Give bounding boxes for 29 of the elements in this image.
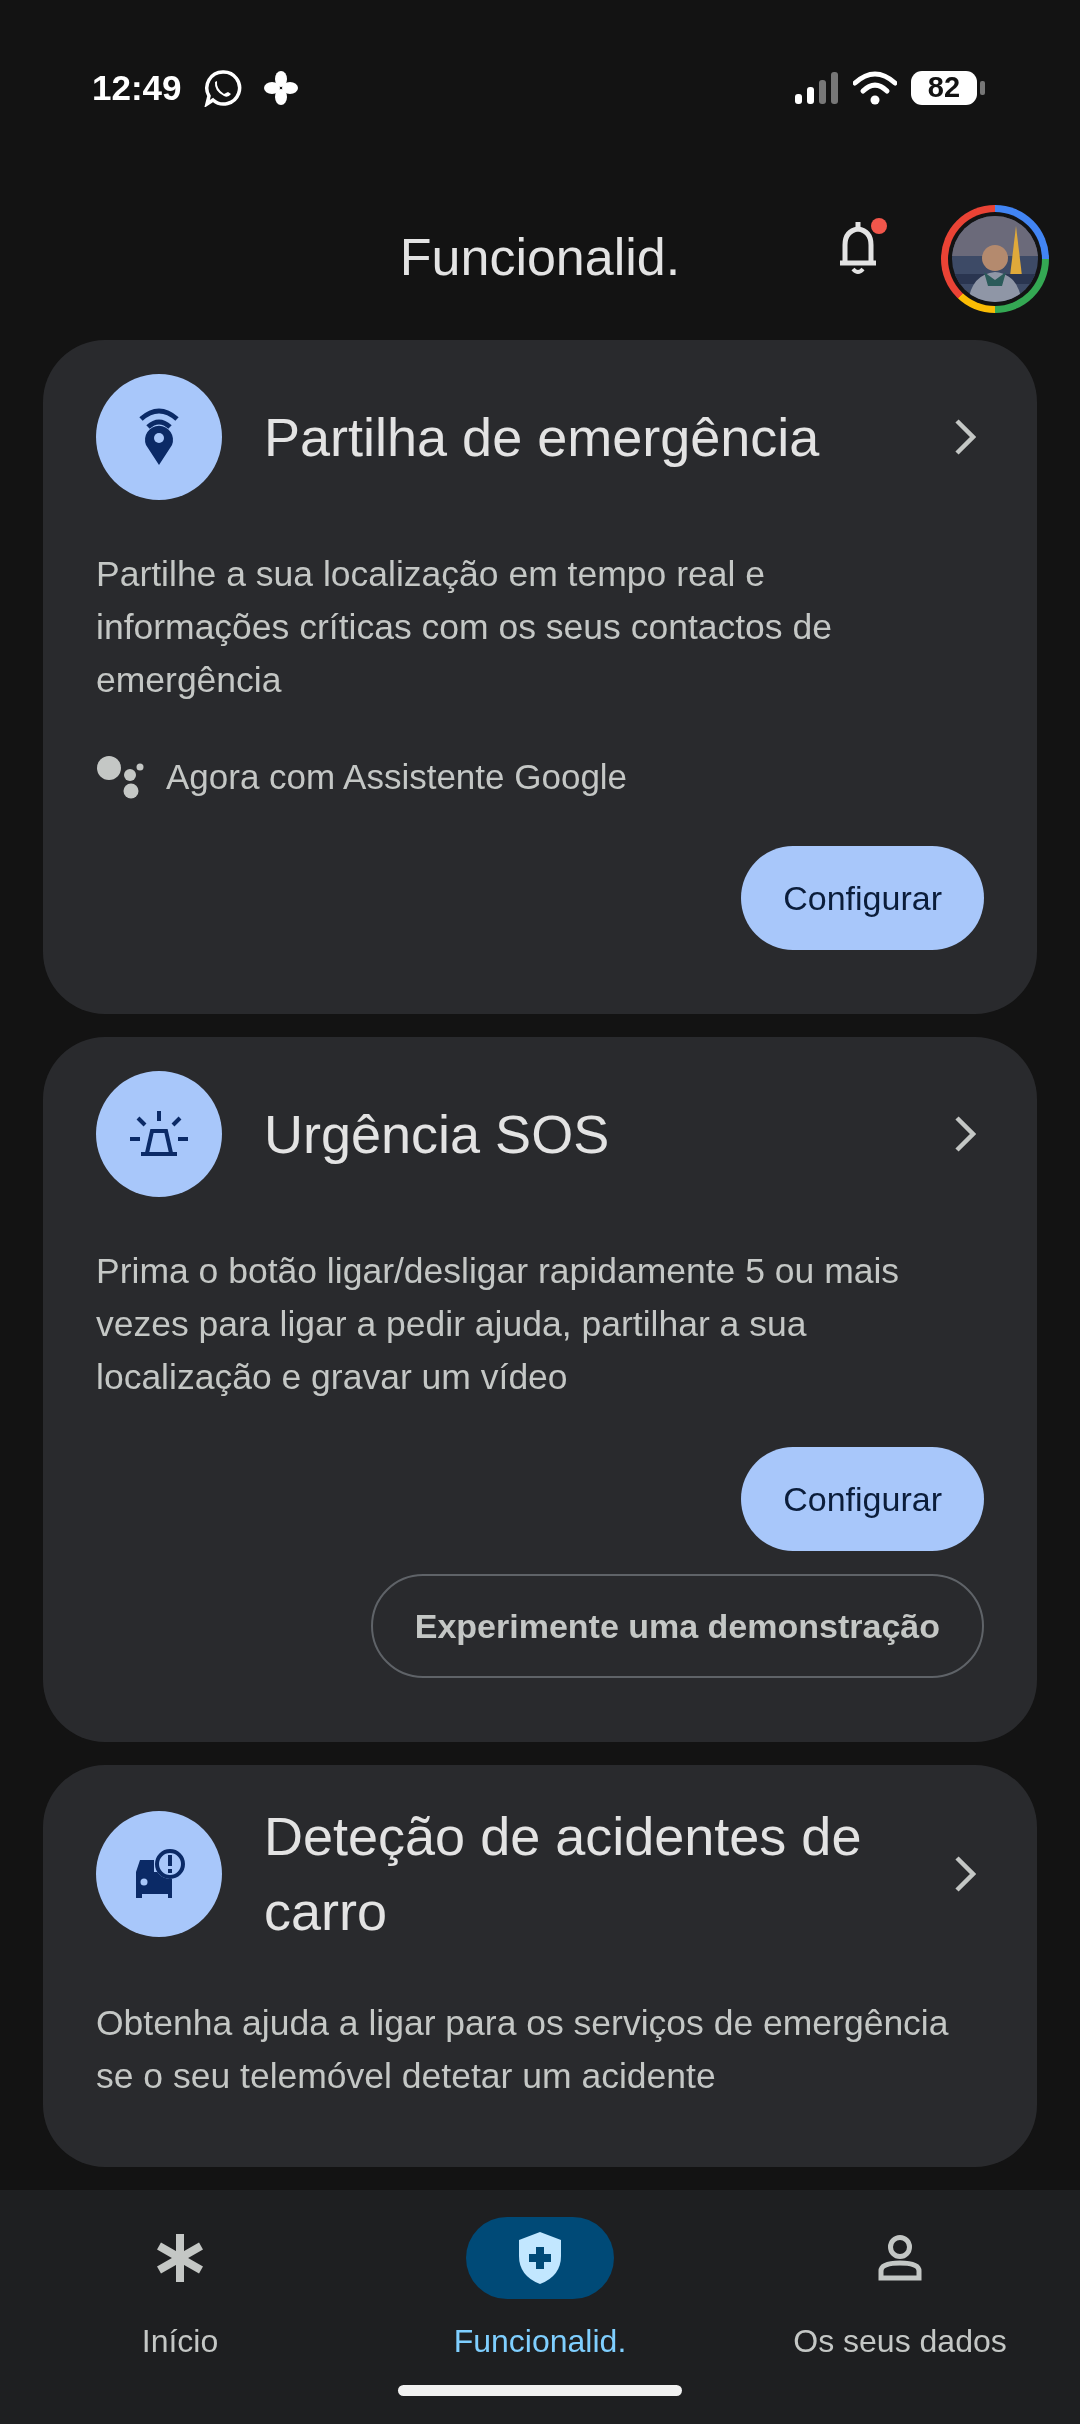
chevron-right-icon[interactable] bbox=[954, 1855, 976, 1893]
siren-icon bbox=[130, 1111, 188, 1157]
assistant-dots-icon bbox=[96, 755, 144, 799]
configure-button[interactable]: Configurar bbox=[741, 846, 984, 950]
assistant-note: Agora com Assistente Google bbox=[166, 757, 628, 797]
asterisk-icon bbox=[157, 2234, 203, 2282]
chevron-right-icon[interactable] bbox=[954, 1115, 976, 1153]
battery-tip-icon bbox=[980, 80, 985, 95]
card-title[interactable]: Partilha de emergência bbox=[264, 399, 912, 475]
pinwheel-icon bbox=[263, 70, 298, 105]
configure-button[interactable]: Configurar bbox=[741, 1447, 984, 1551]
chevron-right-icon[interactable] bbox=[954, 418, 976, 456]
battery-level: 82 bbox=[911, 70, 977, 105]
nav-tab[interactable]: Funcionalid. bbox=[360, 2217, 720, 2360]
wifi-icon bbox=[853, 70, 897, 105]
demo-button[interactable]: Experimente uma demonstração bbox=[370, 1574, 984, 1678]
card-title[interactable]: Urgência SOS bbox=[264, 1096, 912, 1172]
card-description: Partilhe a sua localização em tempo real e informações críticas com os seus contactos de emergência bbox=[96, 553, 833, 702]
nav-tab[interactable]: Início bbox=[0, 2217, 360, 2360]
chat-app-icon bbox=[203, 68, 242, 107]
shield-icon bbox=[519, 2232, 561, 2284]
card-description: Obtenha ajuda a ligar para os serviços de emergência se o seu telemóvel detetar um acidente bbox=[96, 2002, 950, 2098]
clock: 12:49 bbox=[92, 67, 182, 108]
card-description: Prima o botão ligar/desligar rapidamente 5 ou mais vezes para ligar a pedir ajuda, partilhar a sua localização e gravar um vídeo bbox=[96, 1250, 901, 1399]
signal-icon bbox=[795, 71, 839, 104]
person-icon bbox=[878, 2235, 922, 2281]
card-title[interactable]: Deteção de acidentes de carro bbox=[264, 1799, 912, 1949]
page-title: Funcionalid. bbox=[398, 227, 682, 287]
nav-tab[interactable]: Os seus dados bbox=[720, 2217, 1080, 2360]
